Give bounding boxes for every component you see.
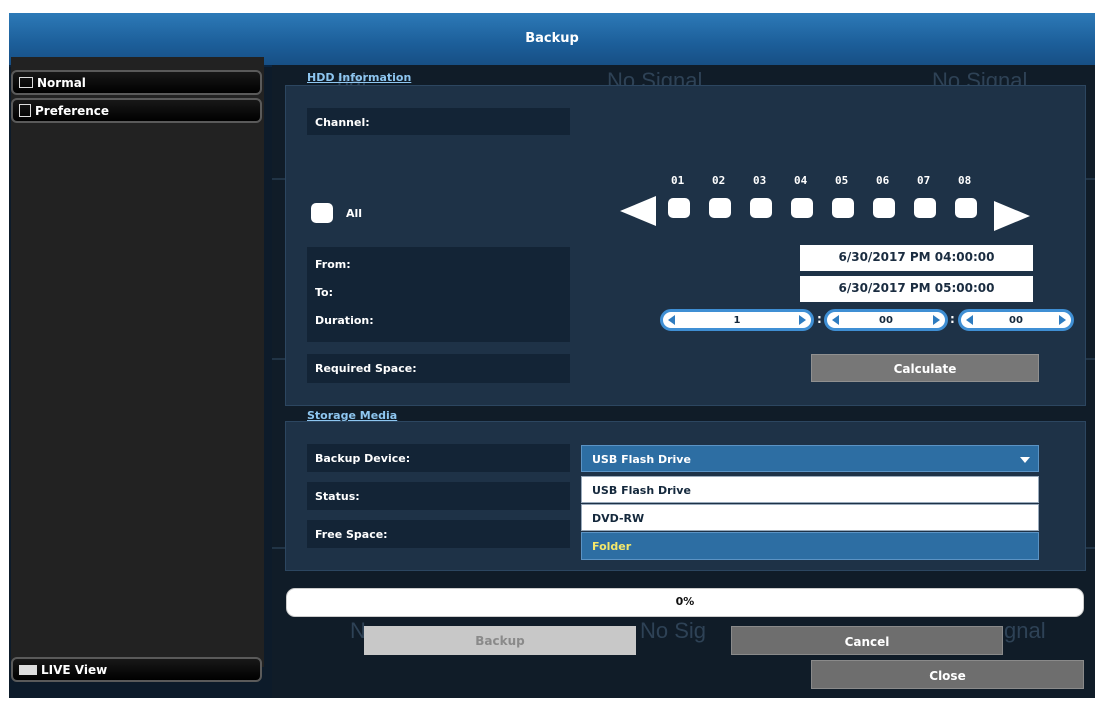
channel-number: 04 xyxy=(794,174,808,187)
folder-icon xyxy=(19,77,33,88)
chevron-down-icon xyxy=(1020,457,1030,463)
close-button[interactable]: Close xyxy=(811,660,1084,689)
backup-device-label: Backup Device: xyxy=(307,444,570,472)
backup-device-selected-value: USB Flash Drive xyxy=(592,453,691,466)
progress-bar: 0% xyxy=(286,588,1084,617)
duration-minutes-value: 00 xyxy=(879,315,893,326)
channel-checkbox-03[interactable] xyxy=(750,198,772,218)
sidebar xyxy=(11,57,264,667)
channel-number: 03 xyxy=(753,174,767,187)
time-separator: : xyxy=(817,312,822,326)
duration-seconds-spinner[interactable]: 00 xyxy=(958,309,1074,331)
required-space-label: Required Space: xyxy=(307,354,570,383)
backup-device-select[interactable]: USB Flash Drive xyxy=(581,445,1039,472)
dropdown-option-dvd-rw[interactable]: DVD-RW xyxy=(581,504,1039,531)
time-separator: : xyxy=(950,312,955,326)
progress-text: 0% xyxy=(675,595,695,608)
channel-checkbox-01[interactable] xyxy=(668,198,690,218)
no-signal-text: No Sig xyxy=(640,618,707,643)
storage-section-title: Storage Media xyxy=(307,409,398,422)
duration-label: Duration: xyxy=(315,314,374,327)
channel-prev-arrow[interactable] xyxy=(620,196,656,226)
increment-arrow-icon[interactable] xyxy=(933,315,940,325)
to-label: To: xyxy=(315,286,333,299)
channel-number: 06 xyxy=(876,174,890,187)
sidebar-item-preference[interactable]: Preference xyxy=(11,98,262,123)
channel-checkbox-08[interactable] xyxy=(955,198,977,218)
window-title: Backup xyxy=(525,31,579,46)
channel-number: 08 xyxy=(958,174,972,187)
channel-checkbox-05[interactable] xyxy=(832,198,854,218)
channel-checkbox-02[interactable] xyxy=(709,198,731,218)
sidebar-item-label: Preference xyxy=(35,103,110,118)
free-space-label: Free Space: xyxy=(307,520,570,548)
from-label: From: xyxy=(315,258,351,271)
cancel-button[interactable]: Cancel xyxy=(731,626,1003,655)
no-signal-text: gnal xyxy=(1004,618,1046,643)
sidebar-item-label: Normal xyxy=(37,75,86,90)
channel-next-arrow[interactable] xyxy=(994,201,1030,231)
time-range-labels: From: To: Duration: xyxy=(307,247,570,342)
status-label: Status: xyxy=(307,482,570,510)
live-view-label: LIVE View xyxy=(41,662,108,677)
channel-checkbox-07[interactable] xyxy=(914,198,936,218)
channel-label: Channel: xyxy=(307,108,570,135)
channel-number: 07 xyxy=(917,174,931,187)
duration-hours-spinner[interactable]: 1 xyxy=(660,309,814,331)
from-datetime-field[interactable]: 6/30/2017 PM 04:00:00 xyxy=(800,245,1033,271)
all-label: All xyxy=(346,207,363,220)
channel-number: 01 xyxy=(671,174,685,187)
dropdown-option-usb-flash-drive[interactable]: USB Flash Drive xyxy=(581,476,1039,503)
duration-hours-value: 1 xyxy=(733,315,741,326)
increment-arrow-icon[interactable] xyxy=(1059,315,1066,325)
hdd-section-title: HDD Information xyxy=(307,71,412,84)
live-view-button[interactable]: LIVE View xyxy=(11,657,262,682)
sidebar-item-normal[interactable]: Normal xyxy=(11,70,262,95)
all-channels-checkbox[interactable] xyxy=(311,203,333,223)
dropdown-option-folder[interactable]: Folder xyxy=(581,532,1039,560)
channel-number: 02 xyxy=(712,174,726,187)
increment-arrow-icon[interactable] xyxy=(799,315,806,325)
duration-seconds-value: 00 xyxy=(1009,315,1023,326)
calculate-button[interactable]: Calculate xyxy=(811,354,1039,382)
backup-button[interactable]: Backup xyxy=(364,626,636,655)
camera-icon xyxy=(19,664,37,675)
duration-minutes-spinner[interactable]: 00 xyxy=(824,309,948,331)
to-datetime-field[interactable]: 6/30/2017 PM 05:00:00 xyxy=(800,276,1033,302)
channel-checkbox-06[interactable] xyxy=(873,198,895,218)
channel-checkbox-04[interactable] xyxy=(791,198,813,218)
clipboard-icon xyxy=(19,104,31,117)
channel-number: 05 xyxy=(835,174,849,187)
